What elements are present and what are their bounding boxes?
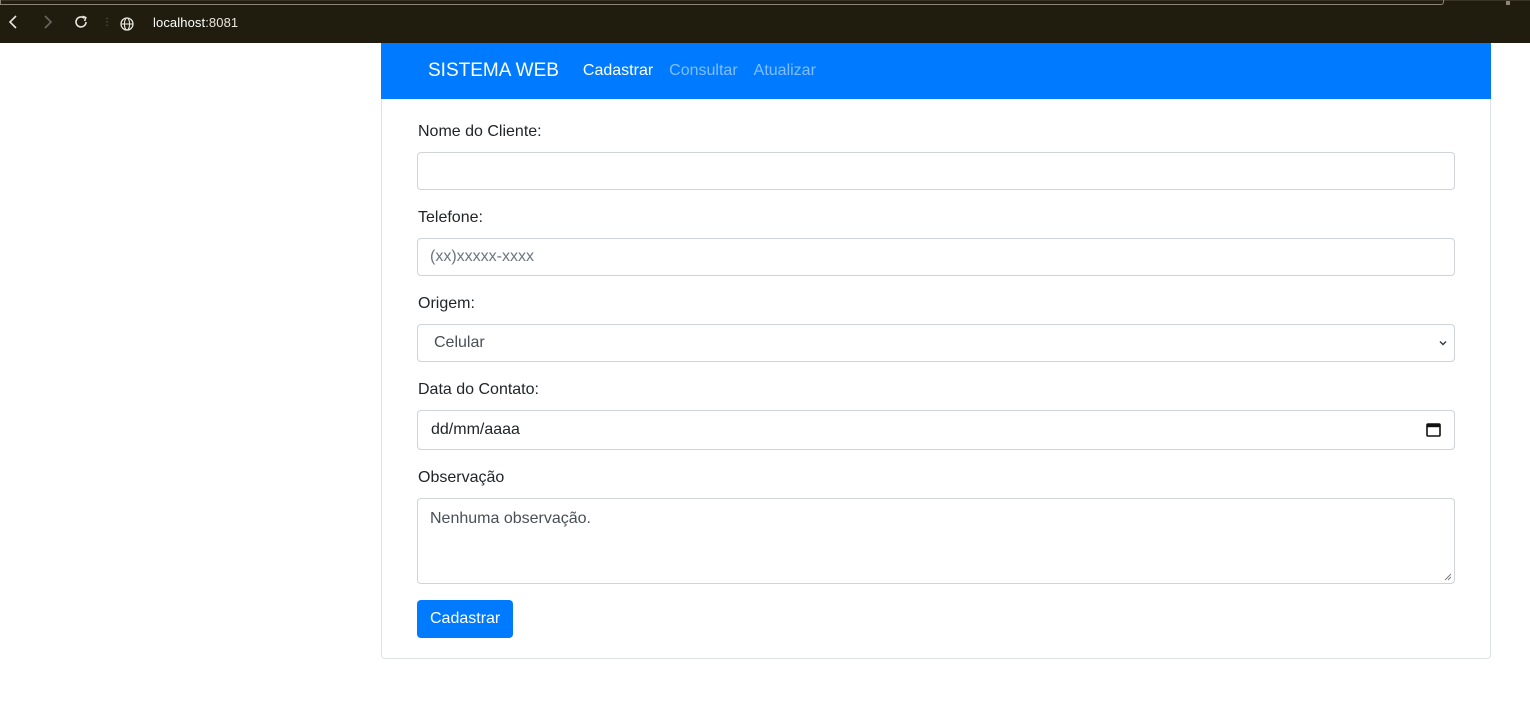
nome-input[interactable] — [417, 152, 1455, 190]
nav-link-cadastrar[interactable]: Cadastrar — [583, 62, 653, 80]
reload-icon — [75, 15, 87, 28]
url-port: :8081 — [205, 15, 239, 30]
origem-label: Origem: — [418, 295, 475, 312]
reload-button[interactable] — [71, 12, 91, 32]
back-button[interactable] — [4, 12, 24, 32]
nav-link-consultar[interactable]: Consultar — [669, 62, 737, 80]
brand[interactable]: SISTEMA WEB — [428, 60, 559, 82]
origem-select[interactable]: Celular — [417, 324, 1455, 362]
chevron-right-icon — [44, 15, 53, 29]
data-value: dd/mm/aaaa — [431, 421, 520, 438]
browser-toolbar: ⋮ localhost:8081 — [0, 0, 1530, 43]
data-label: Data do Contato: — [418, 381, 539, 398]
nav-link-atualizar[interactable]: Atualizar — [754, 62, 816, 80]
nome-label: Nome do Cliente: — [418, 123, 542, 140]
observacao-textarea[interactable]: Nenhuma observação. — [417, 498, 1455, 584]
observacao-value: Nenhuma observação. — [430, 510, 591, 527]
data-input[interactable]: dd/mm/aaaa — [417, 410, 1455, 450]
calendar-icon[interactable] — [1426, 422, 1441, 437]
address-separator: ⋮ — [102, 17, 112, 28]
globe-icon[interactable] — [119, 16, 135, 32]
telefone-label: Telefone: — [418, 209, 483, 226]
url-host: localhost — [153, 15, 206, 30]
address-bar[interactable]: localhost:8081 — [153, 15, 238, 30]
resize-grip-icon[interactable] — [1444, 573, 1452, 581]
chevron-down-icon — [1439, 341, 1447, 346]
app-card: SISTEMA WEB Cadastrar Consultar Atualiza… — [381, 43, 1491, 659]
chevron-left-icon — [8, 15, 17, 29]
cadastrar-button[interactable]: Cadastrar — [417, 600, 514, 638]
telefone-input[interactable] — [417, 238, 1455, 276]
forward-button[interactable] — [37, 12, 57, 32]
navbar: SISTEMA WEB Cadastrar Consultar Atualiza… — [381, 43, 1491, 99]
origem-selected-value: Celular — [434, 334, 485, 351]
window-frame-line — [0, 0, 1444, 5]
observacao-label: Observação — [418, 469, 505, 486]
window-corner — [1506, 1, 1510, 5]
